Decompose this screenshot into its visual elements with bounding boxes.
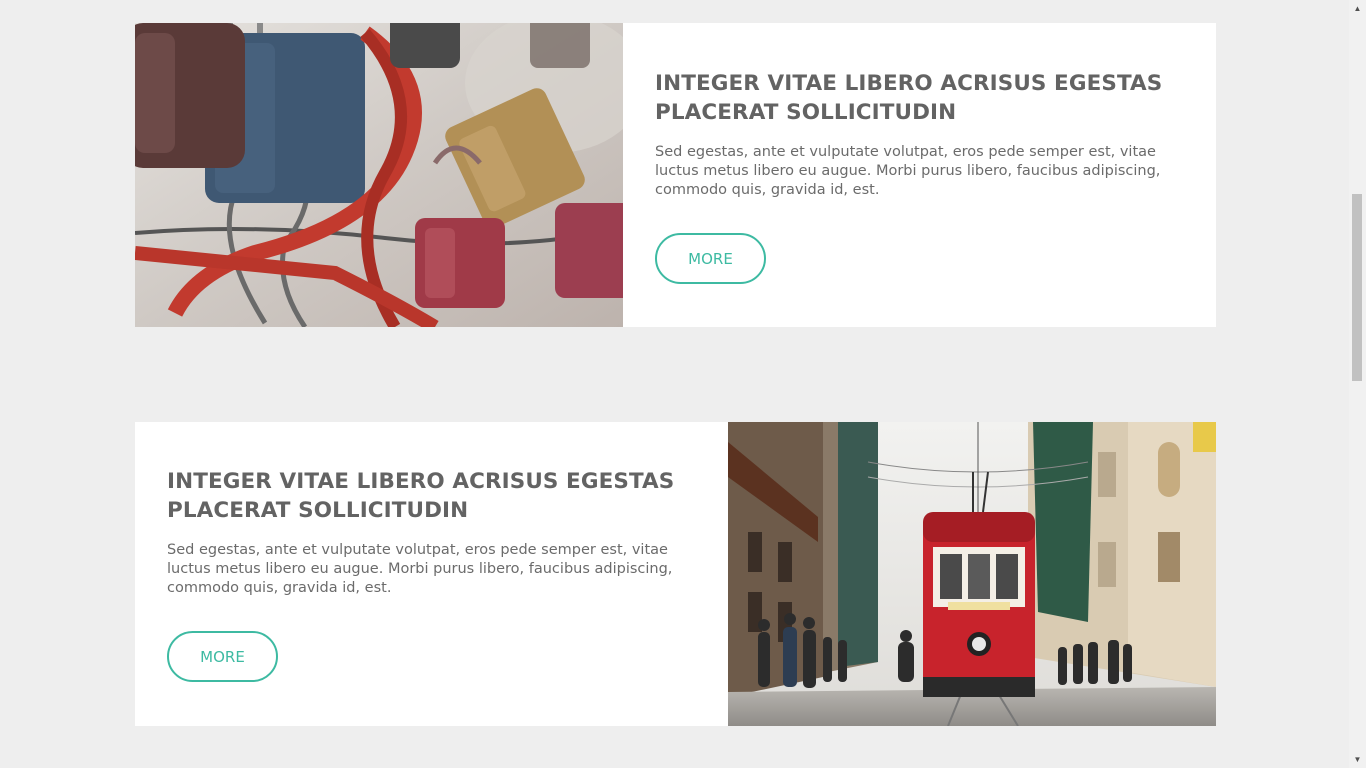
- feature-title: INTEGER VITAE LIBERO ACRISUS EGESTAS PLA…: [655, 71, 1163, 125]
- padlocks-photo: [135, 23, 623, 327]
- feature-description: Sed egestas, ante et vulputate volutpat,…: [655, 144, 1161, 198]
- scroll-down-icon[interactable]: ▼: [1349, 751, 1366, 768]
- tram-street-photo: [728, 422, 1216, 726]
- page: INTEGER VITAE LIBERO ACRISUS EGESTAS PLA…: [0, 0, 1366, 768]
- more-button[interactable]: MORE: [167, 631, 278, 682]
- feature-card-2: INTEGER VITAE LIBERO ACRISUS EGESTAS PLA…: [135, 422, 1216, 726]
- feature-content-2: INTEGER VITAE LIBERO ACRISUS EGESTAS PLA…: [135, 422, 728, 726]
- feature-title: INTEGER VITAE LIBERO ACRISUS EGESTAS PLA…: [167, 469, 675, 523]
- feature-card-1: INTEGER VITAE LIBERO ACRISUS EGESTAS PLA…: [135, 23, 1216, 327]
- scrollbar[interactable]: ▲ ▼: [1349, 0, 1366, 768]
- more-button[interactable]: MORE: [655, 233, 766, 284]
- scroll-thumb[interactable]: [1352, 194, 1362, 381]
- feature-content-1: INTEGER VITAE LIBERO ACRISUS EGESTAS PLA…: [623, 23, 1216, 327]
- scroll-up-icon[interactable]: ▲: [1349, 0, 1366, 17]
- feature-description: Sed egestas, ante et vulputate volutpat,…: [167, 542, 673, 596]
